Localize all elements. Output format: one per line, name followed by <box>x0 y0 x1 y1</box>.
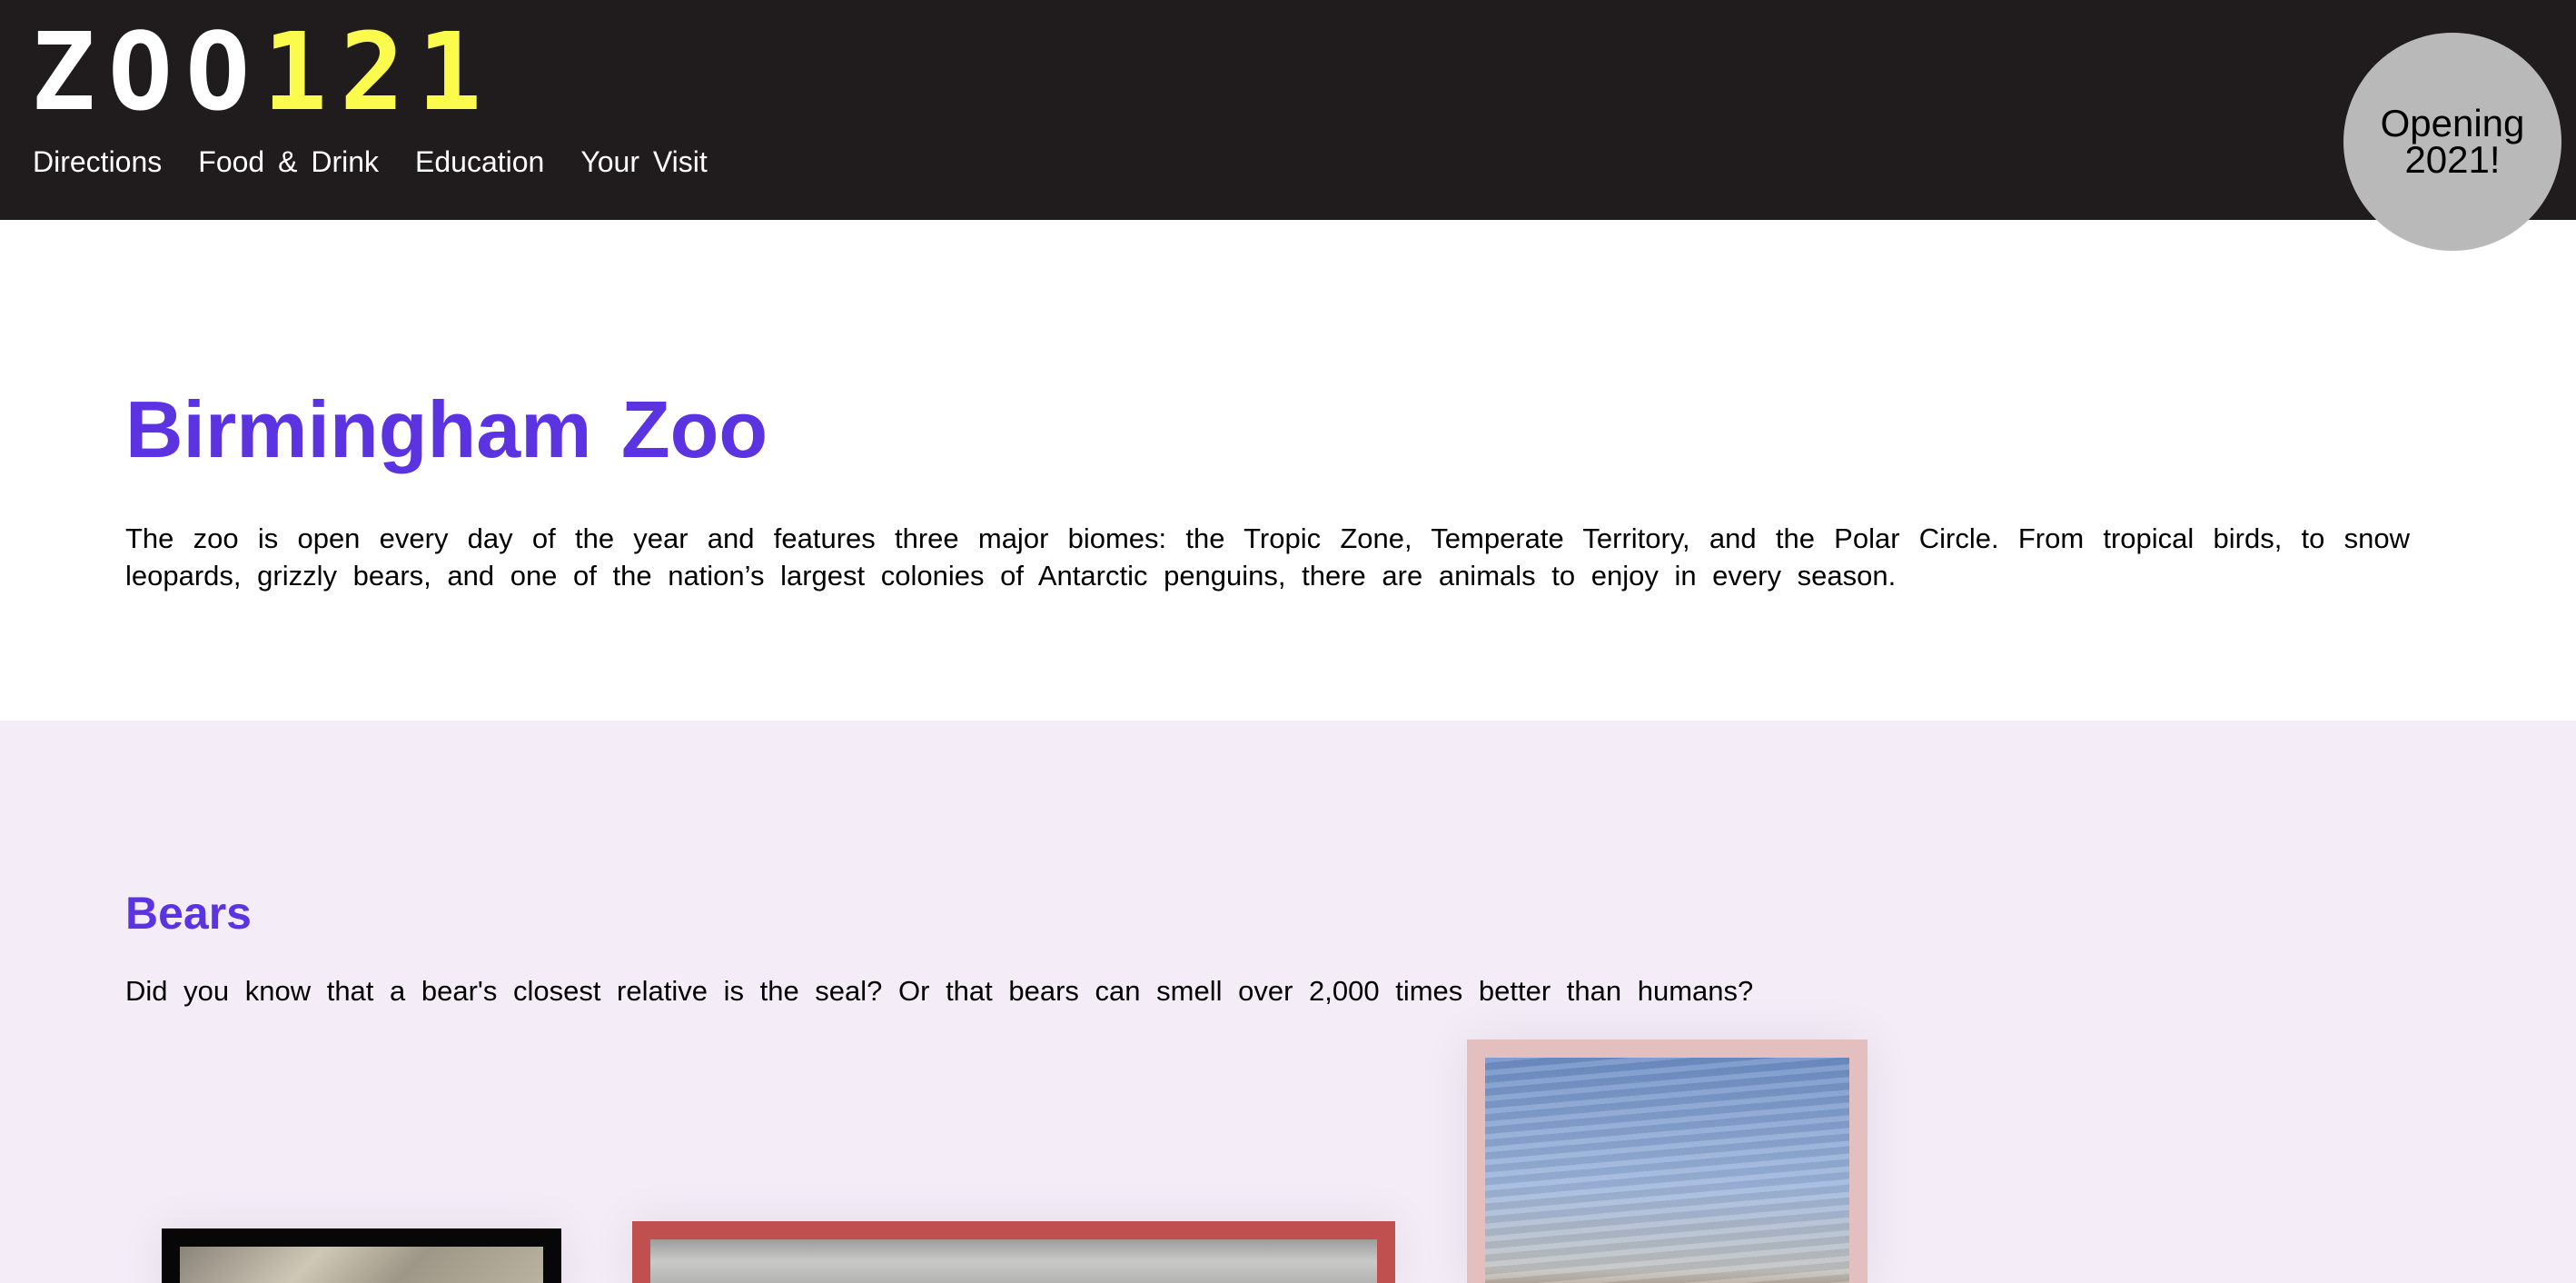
opening-badge-text: Opening 2021! <box>2380 102 2525 181</box>
bear-photo-2-image <box>650 1239 1377 1283</box>
site-logo[interactable]: ZOO121 <box>31 18 494 125</box>
nav-link-education[interactable]: Education <box>415 145 544 179</box>
site-header: ZOO121 Directions Food & Drink Education… <box>0 0 2576 220</box>
intro-section: Birmingham Zoo The zoo is open every day… <box>0 220 2576 721</box>
opening-badge: Opening 2021! <box>2343 33 2561 251</box>
logo-text-number: 121 <box>263 9 495 134</box>
bear-photo-1 <box>162 1228 561 1283</box>
bears-section: Bears Did you know that a bear's closest… <box>0 721 2576 1283</box>
nav-link-food-drink[interactable]: Food & Drink <box>198 145 379 179</box>
bear-photo-2 <box>632 1221 1395 1283</box>
bears-heading: Bears <box>125 888 252 939</box>
nav-link-your-visit[interactable]: Your Visit <box>580 145 707 179</box>
bear-photo-3 <box>1467 1039 1868 1283</box>
intro-paragraph: The zoo is open every day of the year an… <box>125 522 2410 592</box>
main-nav: Directions Food & Drink Education Your V… <box>33 145 708 179</box>
page-title: Birmingham Zoo <box>125 384 768 474</box>
bear-photo-1-image <box>180 1247 543 1283</box>
nav-link-directions[interactable]: Directions <box>33 145 162 179</box>
bear-photo-3-image <box>1485 1058 1849 1283</box>
bears-paragraph: Did you know that a bear's closest relat… <box>125 975 1754 1007</box>
logo-text-zoo: ZOO <box>31 9 263 134</box>
